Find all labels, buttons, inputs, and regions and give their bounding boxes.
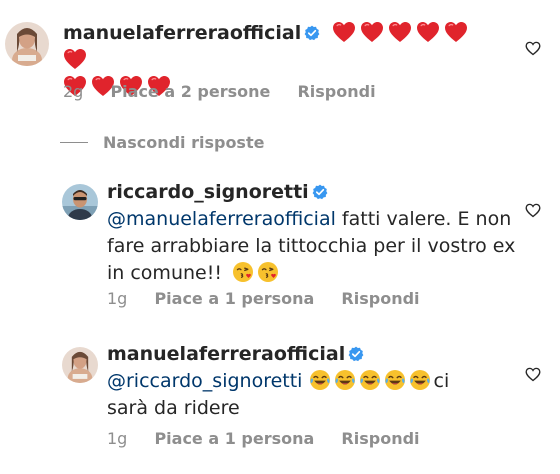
verified-badge-icon [312,184,328,200]
comment-body: riccardo_signoretti @manuelaferreraoffic… [107,179,527,287]
comment-text: sarà da ridere [107,397,240,419]
heart-icon [444,21,468,43]
comment-likes-link[interactable]: Piace a 1 persona [154,429,314,448]
hide-replies-label: Nascondi risposte [103,133,265,152]
comment-username[interactable]: manuelaferreraofficial [63,22,301,44]
comment-time: 1g [107,429,128,448]
heart-icon [388,21,412,43]
comment-likes-link[interactable]: Piace a 1 persona [154,289,314,308]
comment-username[interactable]: manuelaferreraofficial [107,343,345,365]
laughing-tears-icon [359,369,381,391]
kissing-face-icon [257,261,279,283]
comment-body: manuelaferreraofficial @riccardo_signore… [107,341,527,422]
comment-meta: 1g Piace a 1 persona Rispondi [107,429,442,448]
comment-thread: manuelaferreraofficial ❤️❤️❤️❤️❤️❤️❤️❤️❤… [0,0,560,474]
avatar-photo-icon [62,184,98,220]
verified-badge-icon [304,25,320,41]
laughing-tears-icon [309,369,331,391]
divider [60,142,88,143]
avatar[interactable] [5,22,49,66]
comment-meta: 1g Piace a 1 persona Rispondi [107,289,442,308]
comment-username[interactable]: riccardo_signoretti [107,181,309,203]
verified-badge-icon [348,346,364,362]
heart-icon [416,21,440,43]
heart-icon [360,21,384,43]
kissing-face-icon [232,261,254,283]
comment-time: 1g [107,289,128,308]
mention-link[interactable]: @riccardo_signoretti [107,370,302,392]
reply-button[interactable]: Rispondi [297,82,375,101]
hide-replies-button[interactable]: Nascondi risposte [60,133,264,152]
comment-text: fatti valere. E non [335,208,512,230]
comment-text: in comune!! [107,262,222,284]
like-comment-icon[interactable] [525,203,541,218]
comment-text: fare arrabbiare la tittocchia per il vos… [107,235,516,257]
like-comment-icon[interactable] [525,367,541,382]
avatar[interactable] [62,347,98,383]
mention-link[interactable]: @manuelaferreraofficial [107,208,336,230]
reply-button[interactable]: Rispondi [341,429,419,448]
heart-icon [332,21,356,43]
like-comment-icon[interactable] [525,41,541,56]
avatar-photo-icon [62,347,98,383]
avatar-photo-icon [5,22,49,66]
comment-likes-link[interactable]: Piace a 2 persone [110,82,270,101]
laughing-tears-icon [409,369,431,391]
heart-icon [63,48,87,70]
laughing-tears-icon [334,369,356,391]
avatar[interactable] [62,184,98,220]
reply-button[interactable]: Rispondi [341,289,419,308]
comment-time: 2g [63,82,84,101]
comment-meta: 2g Piace a 2 persone Rispondi [63,82,398,101]
comment-text: ci [433,370,450,392]
laughing-tears-icon [384,369,406,391]
